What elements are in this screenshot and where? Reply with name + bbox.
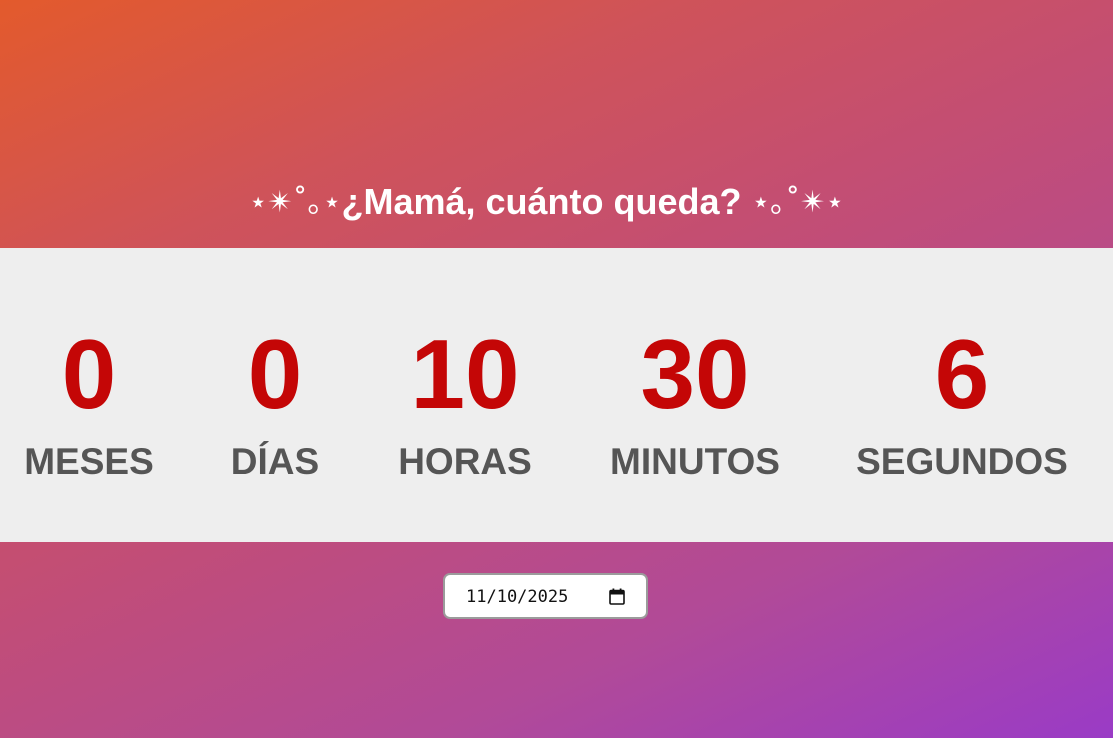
minutes-label: MINUTOS [610, 441, 780, 482]
months-label: MESES [24, 441, 154, 482]
minutes-value: 30 [640, 319, 750, 429]
days-value: 0 [247, 319, 303, 429]
months-value: 0 [61, 319, 117, 429]
date-input[interactable]: 11/10/2025 [443, 573, 648, 619]
days-label: DÍAS [230, 441, 320, 482]
countdown-panel: 0 MESES 0 DÍAS 10 HORAS 30 MINUTOS 6 SEG… [0, 248, 1113, 542]
page-title: ⋆✴︎˚｡⋆¿Mamá, cuánto queda? ⋆｡˚✴︎⋆ [0, 172, 1093, 233]
calendar-icon[interactable] [609, 588, 625, 605]
date-value[interactable]: 11/10/2025 [466, 586, 568, 608]
hours-label: HORAS [398, 441, 532, 482]
hours-value: 10 [410, 319, 520, 429]
decoration-right: ⋆｡˚✴︎⋆ [751, 185, 845, 221]
seconds-value: 6 [934, 319, 990, 429]
title-text: ¿Mamá, cuánto queda? [341, 181, 742, 223]
decoration-left: ⋆✴︎˚｡⋆ [248, 185, 342, 221]
seconds-label: SEGUNDOS [856, 441, 1068, 482]
